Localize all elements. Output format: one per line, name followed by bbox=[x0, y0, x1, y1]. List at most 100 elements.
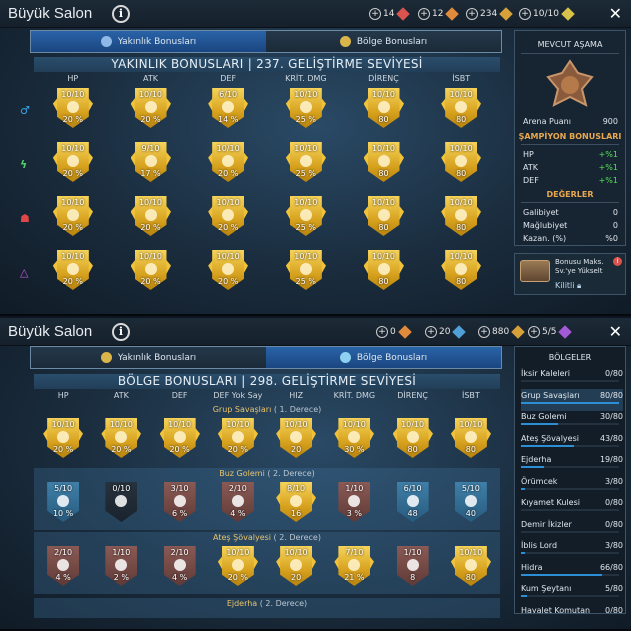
bonus-badge[interactable]: 10/10 20 % bbox=[130, 88, 171, 132]
currency-2[interactable]: +12 bbox=[418, 6, 460, 22]
region-item[interactable]: Kum Şeytanı 5/80 bbox=[521, 582, 623, 604]
region-item[interactable]: İksir Kaleleri 0/80 bbox=[521, 367, 623, 389]
close-button[interactable]: ✕ bbox=[609, 322, 622, 341]
region-item[interactable]: Ejderha 19/80 bbox=[521, 453, 623, 475]
bonus-badge[interactable]: 6/10 48 bbox=[393, 482, 433, 526]
info-button[interactable]: i bbox=[112, 323, 130, 341]
region-item[interactable]: İblis Lord 3/80 bbox=[521, 539, 623, 561]
bonus-badge[interactable]: 10/10 80 bbox=[392, 418, 433, 462]
bonus-badge[interactable]: 10/10 25 % bbox=[285, 196, 326, 240]
currency-1[interactable]: +0 bbox=[376, 324, 412, 340]
stat-emblem-icon bbox=[406, 559, 419, 571]
bonus-badge[interactable]: 10/10 25 % bbox=[285, 142, 326, 186]
bonus-badge[interactable]: 3/10 6 % bbox=[160, 482, 200, 526]
currency-3[interactable]: +234 bbox=[466, 6, 513, 22]
stat-emblem-icon bbox=[299, 209, 312, 221]
tab-region-bonuses[interactable]: Bölge Bonusları bbox=[266, 31, 501, 52]
currency-4[interactable]: +5/5 bbox=[528, 324, 573, 340]
bonus-badge[interactable]: 10/10 20 % bbox=[217, 418, 258, 462]
bonus-badge[interactable]: 10/10 20 % bbox=[159, 418, 200, 462]
badge-level: 10/10 bbox=[294, 90, 318, 99]
bonus-badge[interactable]: 10/10 20 bbox=[276, 418, 316, 462]
bonus-badge[interactable]: 1/10 8 bbox=[393, 546, 433, 590]
bonus-badge[interactable]: 10/10 20 % bbox=[217, 546, 258, 590]
bonus-badge[interactable]: 10/10 20 % bbox=[101, 418, 141, 462]
stat-emblem-icon bbox=[464, 431, 477, 443]
region-item[interactable]: Örümcek 3/80 bbox=[521, 475, 623, 497]
affinity-icon: ☗ bbox=[20, 212, 30, 225]
bonus-badge[interactable]: 10/10 20 % bbox=[130, 196, 171, 240]
currency-3[interactable]: +880 bbox=[478, 324, 525, 340]
bonus-badge[interactable]: 10/10 80 bbox=[441, 250, 481, 294]
region-item[interactable]: Ateş Şövalyesi 43/80 bbox=[521, 432, 623, 454]
currency-1[interactable]: +14 bbox=[369, 6, 411, 22]
badge-level: 0/10 bbox=[112, 484, 131, 493]
bonus-badge[interactable]: 5/10 40 bbox=[451, 482, 491, 526]
bonus-badge[interactable]: 10/10 80 bbox=[363, 142, 404, 186]
bonus-badge[interactable]: 2/10 4 % bbox=[43, 546, 83, 590]
bonus-badge[interactable]: 2/10 4 % bbox=[160, 546, 200, 590]
info-badge-icon[interactable]: i bbox=[613, 257, 622, 266]
bonus-badge[interactable]: 9/10 17 % bbox=[130, 142, 171, 186]
stat-emblem-icon bbox=[144, 155, 157, 167]
badge-level: 10/10 bbox=[294, 144, 318, 153]
bonus-badge[interactable]: 10/10 20 % bbox=[52, 250, 93, 294]
tab-affinity-bonuses[interactable]: Yakınlık Bonusları bbox=[31, 31, 266, 52]
bonus-badge[interactable]: 10/10 20 % bbox=[52, 88, 93, 132]
bonus-badge[interactable]: 10/10 20 % bbox=[208, 196, 248, 240]
bonus-badge[interactable]: 10/10 20 % bbox=[43, 418, 83, 462]
currency-4[interactable]: +10/10 bbox=[519, 6, 575, 22]
region-item[interactable]: Grup Savaşları 80/80 bbox=[521, 388, 623, 411]
badge-level: 10/10 bbox=[61, 198, 85, 207]
currency-2[interactable]: +20 bbox=[425, 324, 467, 340]
bonus-badge[interactable]: 10/10 80 bbox=[450, 418, 491, 462]
tab-region-bonuses[interactable]: Bölge Bonusları bbox=[266, 347, 501, 368]
bonus-badge[interactable]: 10/10 20 % bbox=[52, 142, 93, 186]
info-button[interactable]: i bbox=[112, 5, 130, 23]
affinity-icon: ♂ bbox=[20, 104, 30, 117]
bonus-badge[interactable]: 10/10 20 % bbox=[130, 250, 171, 294]
section-header: YAKINLIK BONUSLARI | 237. GELİŞTİRME SEV… bbox=[34, 57, 500, 72]
region-item[interactable]: Buz Golemi 30/80 bbox=[521, 410, 623, 432]
bonus-badge[interactable]: 10/10 20 % bbox=[208, 142, 248, 186]
bonus-badge[interactable]: 10/10 80 bbox=[363, 88, 404, 132]
bonus-badge[interactable]: 8/10 16 bbox=[276, 482, 316, 526]
bonus-badge[interactable]: 1/10 2 % bbox=[101, 546, 141, 590]
upgrade-chest-box[interactable]: Bonusu Maks. Sv.'ye Yükselt Kilitli 🔒︎ i bbox=[514, 253, 626, 295]
bonus-badge[interactable]: 10/10 80 bbox=[441, 88, 481, 132]
bonus-badge[interactable]: 10/10 80 bbox=[363, 196, 404, 240]
badge-value: 2 % bbox=[113, 573, 129, 582]
region-item[interactable]: Hayalet Komutan 0/80 bbox=[521, 604, 623, 614]
bonus-badge[interactable]: 10/10 20 % bbox=[52, 196, 93, 240]
bonus-badge[interactable]: 5/10 10 % bbox=[43, 482, 83, 526]
region-name: Ateş Şövalyesi bbox=[213, 533, 272, 542]
bonus-badge[interactable]: 1/10 3 % bbox=[334, 482, 374, 526]
bonus-badge[interactable]: 10/10 25 % bbox=[285, 250, 326, 294]
bonus-badge[interactable]: 10/10 80 bbox=[363, 250, 404, 294]
region-item[interactable]: Hidra 66/80 bbox=[521, 561, 623, 583]
close-button[interactable]: ✕ bbox=[609, 4, 622, 23]
region-item-label: Örümcek bbox=[521, 476, 558, 486]
bonus-badge[interactable]: 10/10 80 bbox=[450, 546, 491, 590]
region-item[interactable]: Kıyamet Kulesi 0/80 bbox=[521, 496, 623, 518]
badge-level: 10/10 bbox=[371, 198, 396, 207]
bonus-badge[interactable]: 10/10 80 bbox=[441, 196, 481, 240]
bonus-badge[interactable]: 10/10 20 bbox=[276, 546, 316, 590]
bonus-badge[interactable]: 10/10 30 % bbox=[334, 418, 374, 462]
region-item[interactable]: Demir İkizler 0/80 bbox=[521, 518, 623, 540]
bonus-badge[interactable]: 10/10 80 bbox=[441, 142, 481, 186]
bonus-badge[interactable]: 10/10 20 % bbox=[208, 250, 248, 294]
bonus-badge[interactable]: 7/10 21 % bbox=[334, 546, 374, 590]
column-header: KRİT. DMG bbox=[333, 391, 376, 400]
bonus-badge[interactable]: 2/10 4 % bbox=[218, 482, 258, 526]
stat-emblem-icon bbox=[144, 263, 157, 275]
stat-emblem-icon bbox=[299, 155, 312, 167]
bonus-badge[interactable]: 10/10 25 % bbox=[285, 88, 326, 132]
bonus-badge[interactable]: 0/10 bbox=[101, 482, 141, 526]
value-row: Kazan. (%) %0 bbox=[523, 234, 618, 243]
bonus-row: HP +%1 bbox=[523, 150, 618, 159]
key-icon bbox=[445, 7, 460, 21]
tab-affinity-bonuses[interactable]: Yakınlık Bonusları bbox=[31, 347, 266, 368]
badge-value: 80 bbox=[456, 277, 467, 286]
bonus-badge[interactable]: 6/10 14 % bbox=[208, 88, 248, 132]
